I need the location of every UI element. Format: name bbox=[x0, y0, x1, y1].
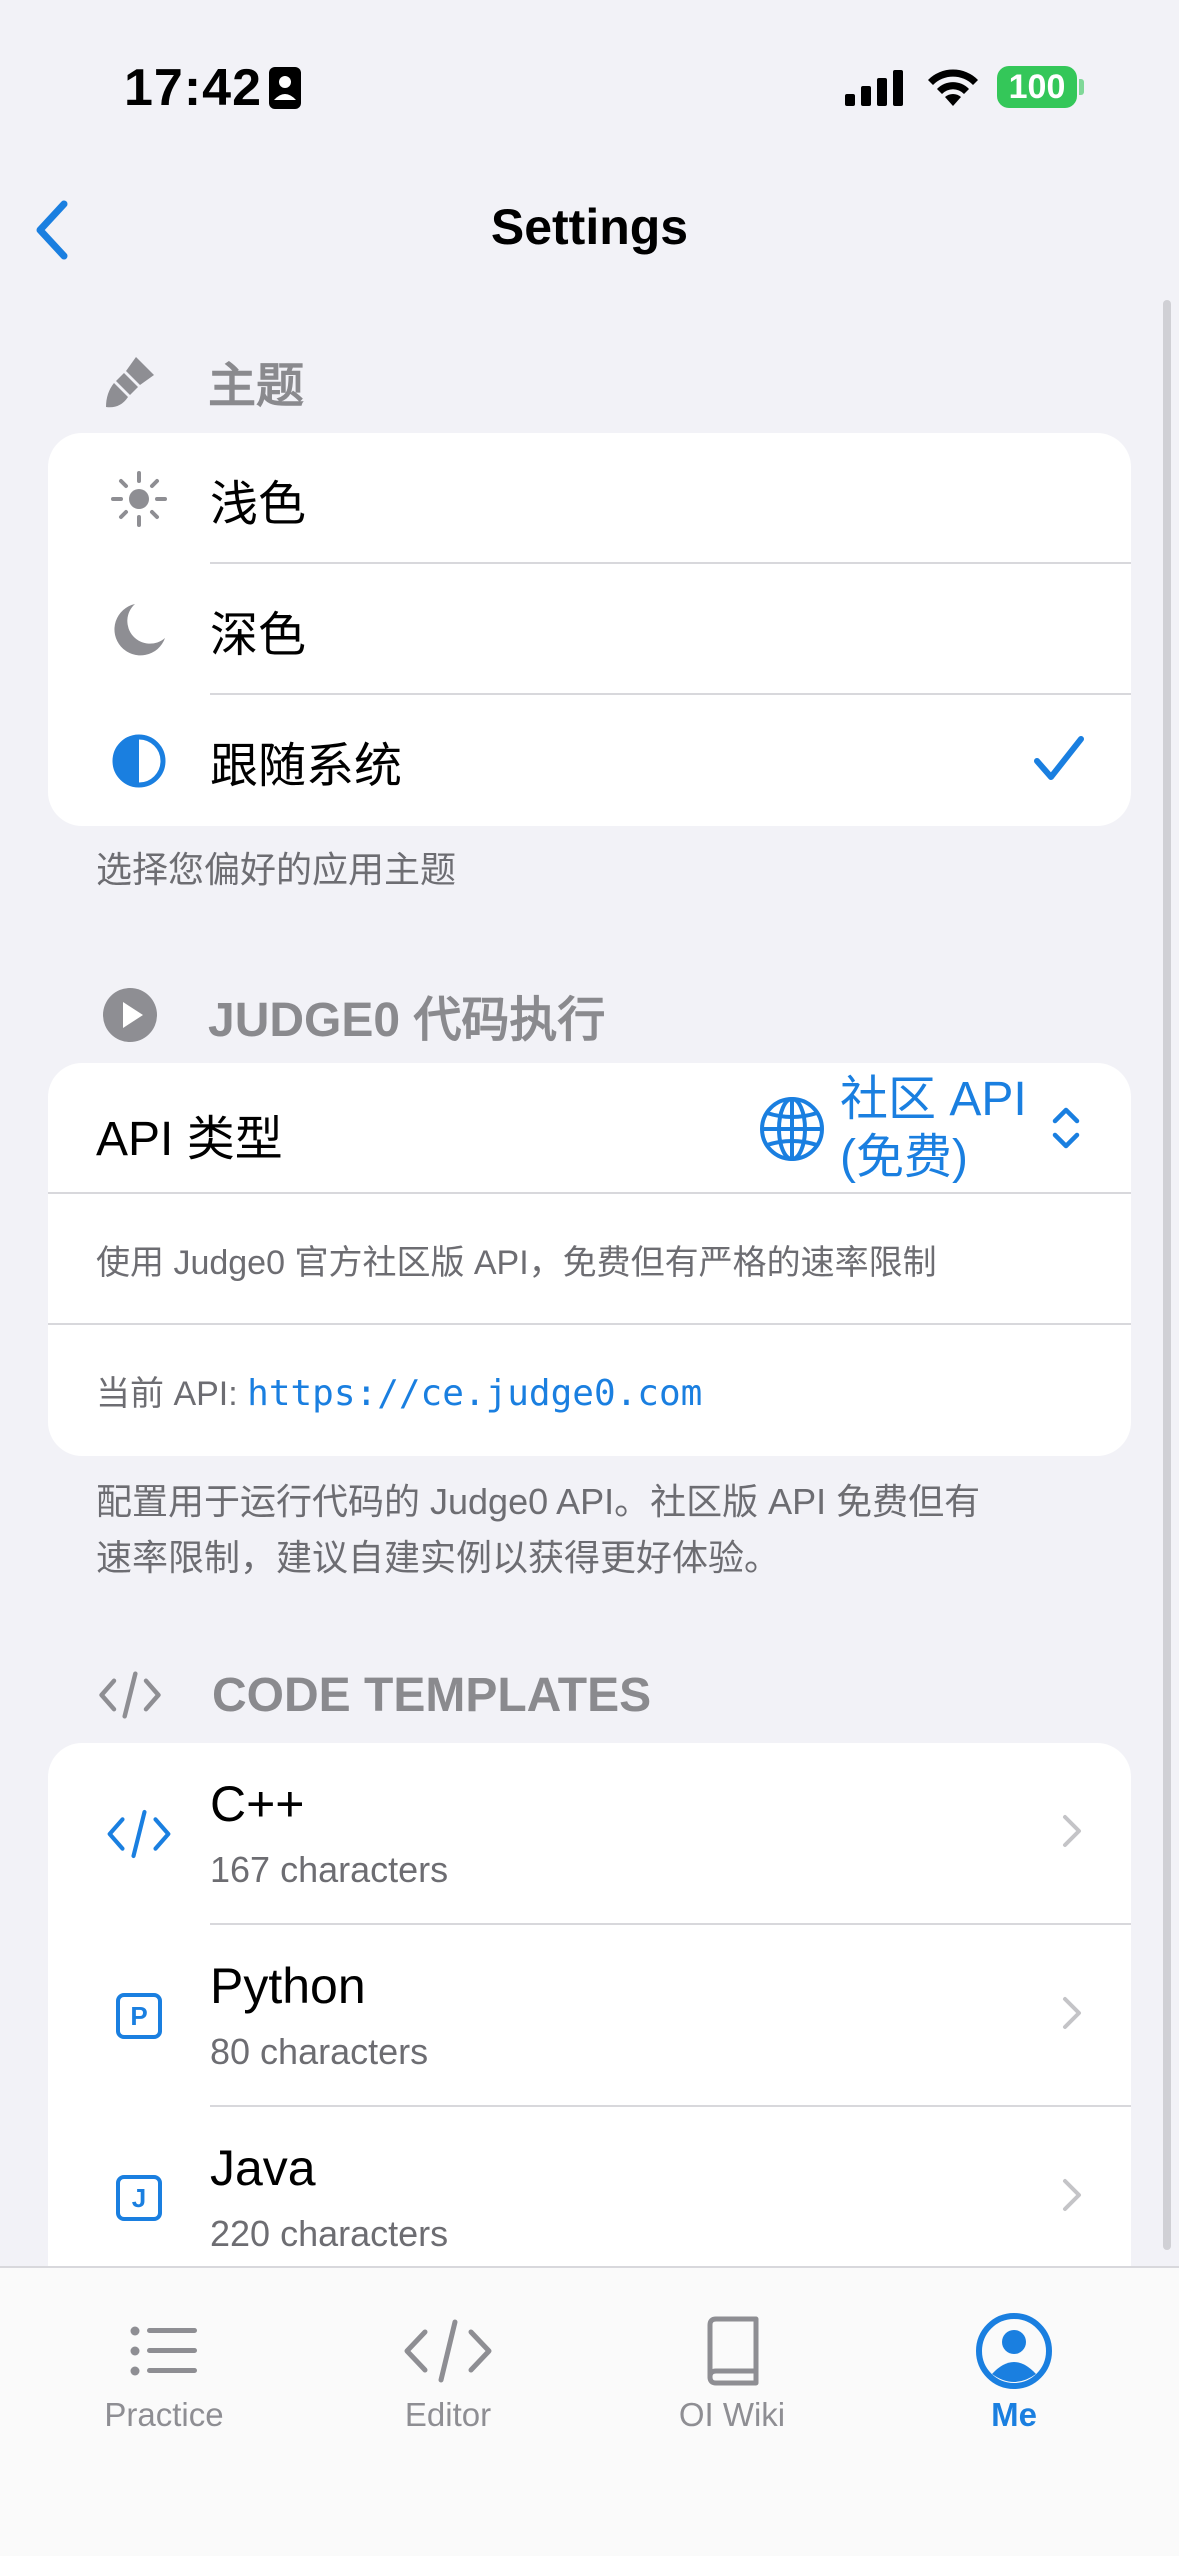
navigation-bar: Settings bbox=[0, 170, 1179, 290]
j-square-icon: J bbox=[106, 2165, 172, 2231]
template-row-cpp[interactable]: C++ 167 characters bbox=[48, 1743, 1131, 1925]
chevron-right-icon bbox=[1063, 1815, 1081, 1847]
judge0-card: API 类型 社区 API (免费) 使用 Judge0 官方社区版 API，免… bbox=[48, 1063, 1131, 1456]
code-icon bbox=[106, 1801, 172, 1867]
tab-editor[interactable]: Editor bbox=[328, 2306, 568, 2434]
judge0-footer: 配置用于运行代码的 Judge0 API。社区版 API 免费但有 速率限制，建… bbox=[96, 1474, 980, 1586]
templates-card: C++ 167 characters P Python 80 character… bbox=[48, 1743, 1131, 2273]
current-api-row: 当前 API: https://ce.judge0.com bbox=[48, 1325, 1131, 1456]
section-header-theme: 主题 bbox=[98, 346, 304, 416]
code-icon bbox=[328, 2306, 568, 2396]
p-square-icon: P bbox=[106, 1983, 172, 2049]
battery-tip bbox=[1079, 79, 1084, 95]
section-header-judge0: JUDGE0 代码执行 bbox=[98, 980, 605, 1050]
template-size: 80 characters bbox=[210, 2031, 429, 2072]
sun-icon bbox=[106, 466, 172, 532]
tab-oi-wiki[interactable]: OI Wiki bbox=[612, 2306, 852, 2434]
section-title: 主题 bbox=[208, 360, 305, 413]
template-row-python[interactable]: P Python 80 characters bbox=[48, 1925, 1131, 2107]
moon-icon bbox=[106, 597, 172, 663]
page-title: Settings bbox=[490, 199, 689, 255]
judge0-footer-line: 配置用于运行代码的 Judge0 API。社区版 API 免费但有 bbox=[96, 1481, 981, 1522]
theme-option-light[interactable]: 浅色 bbox=[48, 433, 1131, 564]
tab-practice[interactable]: Practice bbox=[44, 2306, 284, 2434]
battery-indicator: 100 bbox=[997, 66, 1077, 108]
svg-text:P: P bbox=[130, 2001, 147, 2031]
api-type-label: API 类型 bbox=[96, 1113, 283, 1166]
checkmark-icon bbox=[1034, 736, 1084, 780]
template-name: Python bbox=[210, 1958, 366, 2014]
person-circle-icon bbox=[894, 2306, 1134, 2396]
wifi-icon bbox=[928, 69, 978, 106]
tab-label: Practice bbox=[104, 2396, 224, 2433]
api-type-picker[interactable]: 社区 API (免费) bbox=[758, 1071, 1040, 1187]
chevron-right-icon bbox=[1063, 1997, 1081, 2029]
api-description: 使用 Judge0 官方社区版 API，免费但有严格的速率限制 bbox=[96, 1244, 937, 1282]
play-circle-icon bbox=[98, 983, 162, 1047]
tab-me[interactable]: Me bbox=[894, 2306, 1134, 2434]
svg-text:J: J bbox=[132, 2183, 146, 2213]
api-type-row[interactable]: API 类型 社区 API (免费) bbox=[48, 1063, 1131, 1194]
section-title: JUDGE0 代码执行 bbox=[208, 994, 606, 1047]
code-icon bbox=[98, 1663, 162, 1727]
judge0-footer-line: 速率限制，建议自建实例以获得更好体验。 bbox=[96, 1537, 781, 1578]
half-circle-icon bbox=[106, 728, 172, 794]
template-name: C++ bbox=[210, 1776, 305, 1832]
api-description-row: 使用 Judge0 官方社区版 API，免费但有严格的速率限制 bbox=[48, 1194, 1131, 1325]
template-size: 167 characters bbox=[210, 1849, 449, 1890]
template-size: 220 characters bbox=[210, 2213, 449, 2254]
theme-card: 浅色 深色 跟随系统 bbox=[48, 433, 1131, 826]
chevron-up-down-icon bbox=[1052, 1107, 1080, 1149]
current-api: 当前 API: https://ce.judge0.com bbox=[96, 1366, 702, 1415]
tab-label: Me bbox=[991, 2396, 1037, 2433]
theme-footer: 选择您偏好的应用主题 bbox=[96, 849, 457, 890]
tab-bar: Practice Editor OI Wiki Me bbox=[0, 2266, 1179, 2556]
template-row-java[interactable]: J Java 220 characters bbox=[48, 2107, 1131, 2273]
theme-option-label: 深色 bbox=[210, 608, 307, 662]
contact-card-icon bbox=[269, 67, 301, 109]
book-icon bbox=[612, 2306, 852, 2396]
theme-option-system[interactable]: 跟随系统 bbox=[48, 695, 1131, 826]
list-icon bbox=[44, 2306, 284, 2396]
api-type-value: 社区 API (免费) bbox=[840, 1073, 1027, 1184]
globe-icon bbox=[760, 1097, 824, 1161]
signal-icon bbox=[845, 70, 903, 106]
chevron-right-icon bbox=[1063, 2179, 1081, 2211]
paintbrush-icon bbox=[98, 349, 162, 413]
current-api-label: 当前 API: bbox=[96, 1375, 238, 1413]
scroll-indicator[interactable] bbox=[1163, 300, 1171, 2250]
theme-option-dark[interactable]: 深色 bbox=[48, 564, 1131, 695]
section-header-templates: CODE TEMPLATES bbox=[98, 1663, 651, 1727]
tab-label: Editor bbox=[404, 2396, 492, 2433]
tab-label: OI Wiki bbox=[678, 2396, 786, 2433]
current-api-url[interactable]: https://ce.judge0.com bbox=[247, 1373, 702, 1414]
theme-option-label: 跟随系统 bbox=[210, 739, 403, 793]
status-time: 17:42 bbox=[124, 59, 262, 117]
status-bar: 17:42 100 bbox=[0, 0, 1179, 170]
template-name: Java bbox=[210, 2140, 316, 2196]
theme-option-label: 浅色 bbox=[210, 477, 307, 531]
section-title: CODE TEMPLATES bbox=[212, 1668, 652, 1722]
